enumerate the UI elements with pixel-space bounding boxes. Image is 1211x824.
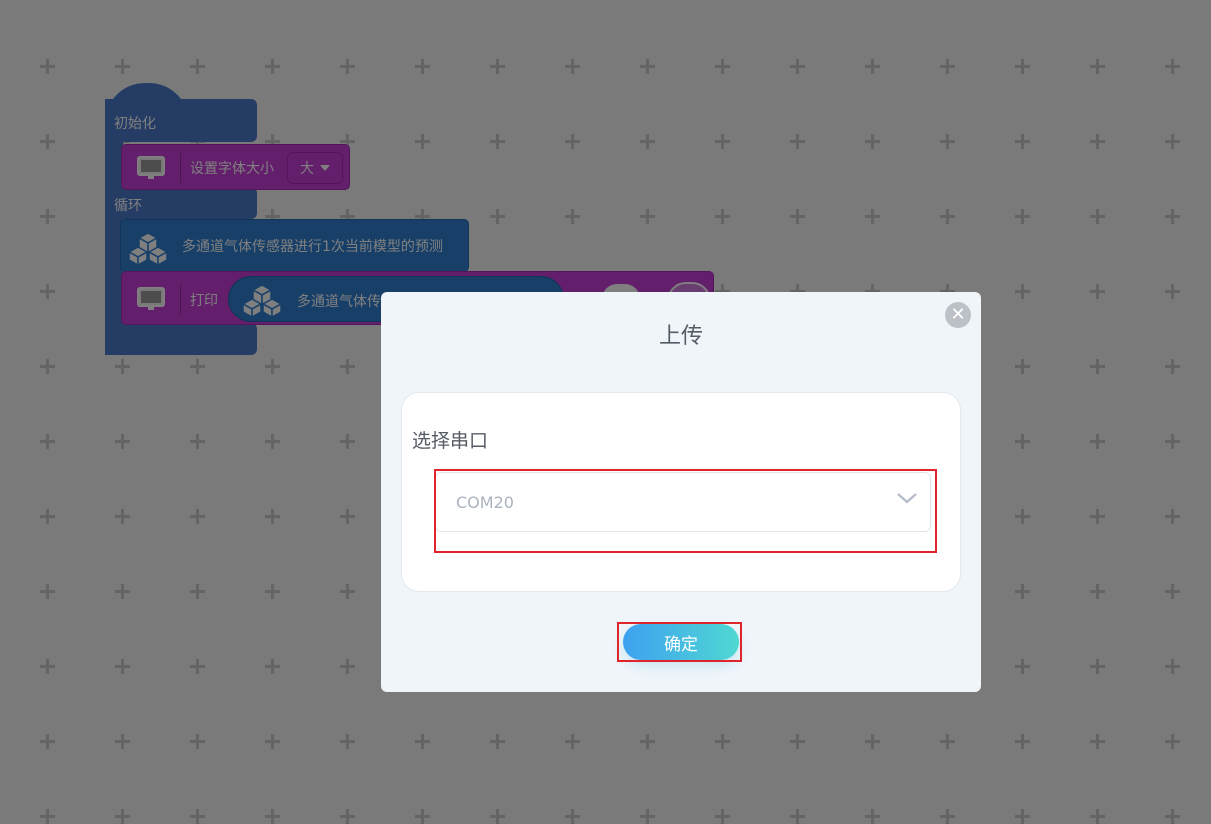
upload-dialog: 上传 ✕ 选择串口 COM20 确定 — [381, 292, 981, 692]
port-select-highlight — [434, 469, 937, 553]
port-label: 选择串口 — [412, 430, 489, 452]
close-button[interactable]: ✕ — [945, 302, 971, 328]
close-icon: ✕ — [950, 304, 966, 325]
confirm-button-highlight — [617, 622, 742, 662]
dialog-title: 上传 — [658, 324, 703, 349]
